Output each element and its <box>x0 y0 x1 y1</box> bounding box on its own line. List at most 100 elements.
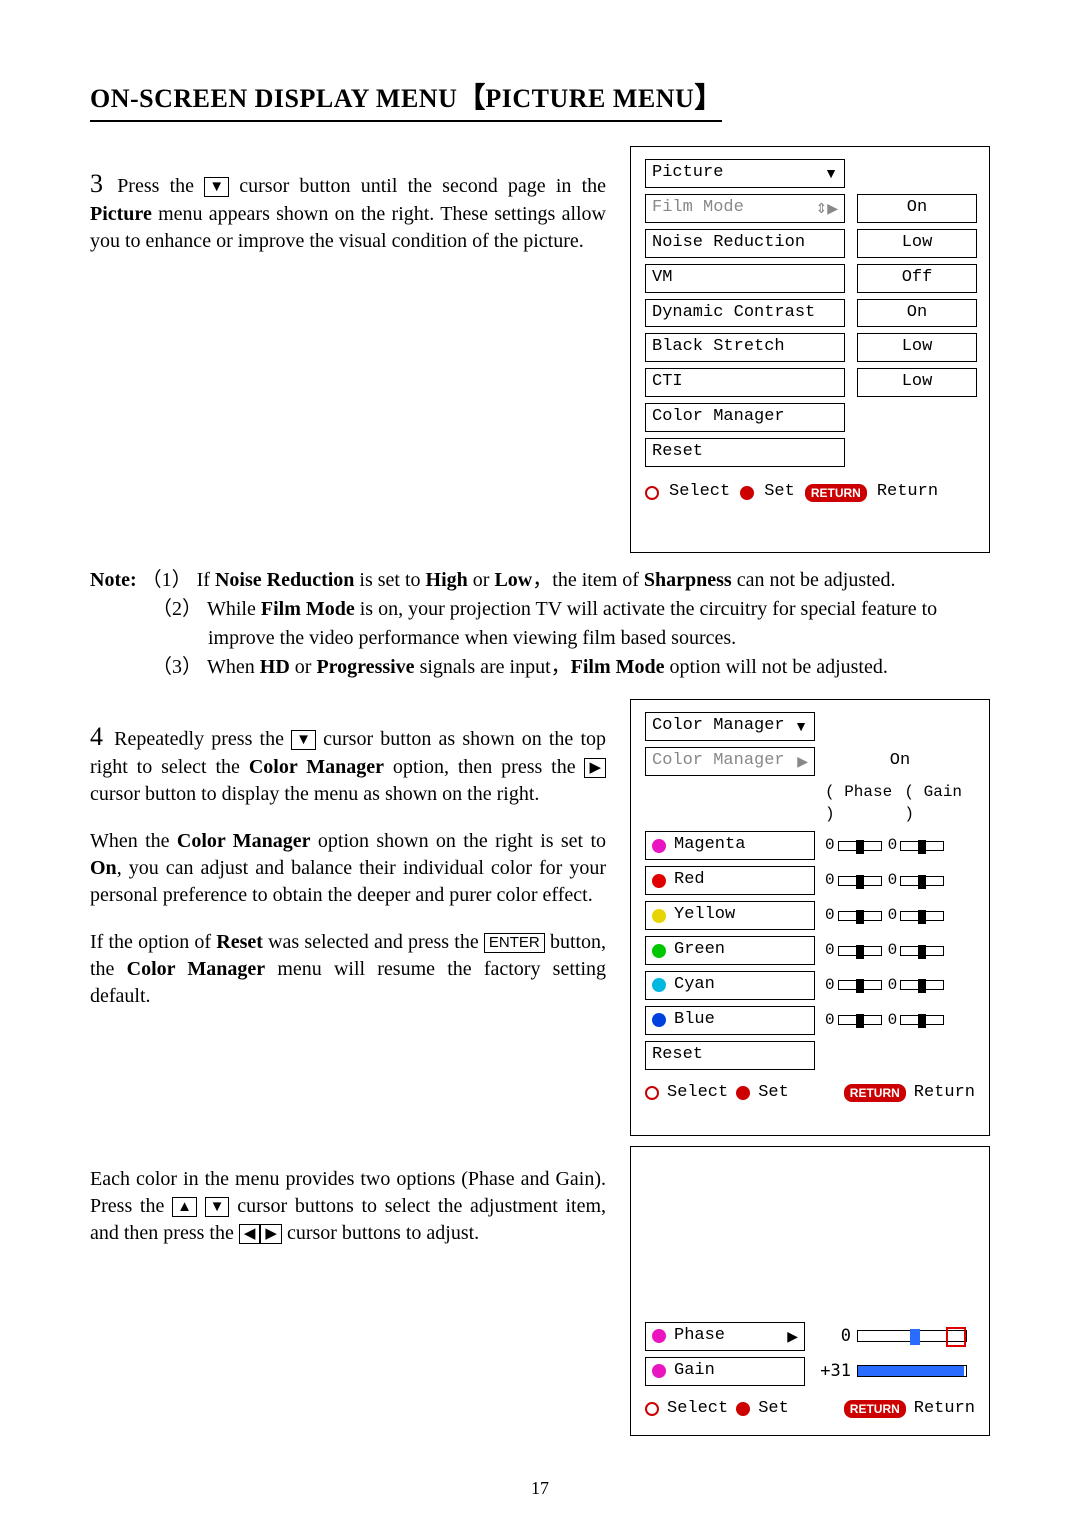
down-icon: ▼ <box>824 164 838 183</box>
phase-gain-osd-panel: Phase▶ 0 Gain +31 Select SetRETURNReturn <box>630 1146 990 1436</box>
slider-track[interactable] <box>900 911 944 921</box>
picture-menu-value: On <box>857 194 977 223</box>
picture-menu-item[interactable]: Noise Reduction <box>645 229 845 258</box>
picture-osd-panel: Picture ▼ Film Mode⇕▶ On Noise Reduction Lo… <box>630 146 990 553</box>
cm-osd-footer: Select SetRETURNReturn <box>645 1082 975 1105</box>
cm-sub-value: On <box>825 750 975 773</box>
picture-menu-item[interactable]: CTI <box>645 368 845 397</box>
page-number: 17 <box>0 1476 1080 1500</box>
picture-menu-value: Low <box>857 368 977 397</box>
slider-track[interactable] <box>838 980 882 990</box>
cm-slider-pair: 00 <box>825 940 975 962</box>
picture-menu-value: Low <box>857 333 977 362</box>
heading-main: ON-SCREEN DISPLAY MENU <box>90 81 457 116</box>
color-dot-icon <box>652 944 666 958</box>
left-key-icon: ◀ <box>239 1224 261 1244</box>
slider-track[interactable] <box>900 1015 944 1025</box>
manual-page: ON-SCREEN DISPLAY MENU 【 PICTURE MENU 】 … <box>0 0 1080 1528</box>
cm-color-item[interactable]: Blue <box>645 1006 815 1035</box>
color-dot-icon <box>652 874 666 888</box>
cm-slider-pair: 00 <box>825 835 975 857</box>
color-dot-icon <box>652 909 666 923</box>
color-dot-icon <box>652 1364 666 1378</box>
cm-color-item[interactable]: Green <box>645 936 815 965</box>
picture-menu-item[interactable]: Film Mode⇕▶ <box>645 194 845 223</box>
bracket-left: 【 <box>457 80 485 118</box>
cm-color-item[interactable]: Cyan <box>645 971 815 1000</box>
select-icon <box>645 486 659 500</box>
cm-title: Color Manager ▼ <box>645 712 815 741</box>
pg-bar[interactable] <box>857 1330 967 1342</box>
cm-reset-item[interactable]: Reset <box>645 1041 815 1070</box>
set-icon <box>736 1402 750 1416</box>
return-badge: RETURN <box>844 1084 906 1102</box>
color-dot-icon <box>652 978 666 992</box>
picture-menu-item[interactable]: Reset <box>645 438 845 467</box>
slider-track[interactable] <box>838 1015 882 1025</box>
down-key-icon: ▼ <box>291 730 316 750</box>
picture-menu-value: On <box>857 299 977 328</box>
slider-track[interactable] <box>838 911 882 921</box>
notes-block: Note: （1） If Noise Reduction is set to H… <box>90 567 990 681</box>
picture-menu-value: Low <box>857 229 977 258</box>
picture-menu-item[interactable]: VM <box>645 264 845 293</box>
pg-value: +31 <box>815 1360 975 1383</box>
color-dot-icon <box>652 1329 666 1343</box>
return-badge: RETURN <box>805 484 867 502</box>
pg-value: 0 <box>815 1325 975 1348</box>
select-icon <box>645 1086 659 1100</box>
heading-underline: ON-SCREEN DISPLAY MENU 【 PICTURE MENU 】 <box>90 80 722 122</box>
cm-slider-pair: 00 <box>825 1010 975 1032</box>
pg-item[interactable]: Phase▶ <box>645 1322 805 1351</box>
pg-item[interactable]: Gain <box>645 1357 805 1386</box>
right-key-icon: ▶ <box>584 758 606 778</box>
phase-gain-row: Each color in the menu provides two opti… <box>90 1146 990 1436</box>
step3-number: 3 <box>90 169 103 198</box>
cm-slider-pair: 00 <box>825 975 975 997</box>
color-manager-osd-panel: Color Manager ▼ Color Manager ▶ On ( Pha… <box>630 699 990 1136</box>
step4-number: 4 <box>90 722 103 751</box>
heading-sub: PICTURE MENU <box>485 81 694 116</box>
picture-menu-item[interactable]: Dynamic Contrast <box>645 299 845 328</box>
select-icon <box>645 1402 659 1416</box>
note-heading: Note: <box>90 569 137 591</box>
picture-menu-item[interactable]: Black Stretch <box>645 333 845 362</box>
step3-row: 3 Press the ▼ cursor button until the se… <box>90 146 990 553</box>
updown-right-icon: ⇕▶ <box>816 199 839 218</box>
pg-bar[interactable] <box>857 1365 967 1377</box>
step3-text: 3 Press the ▼ cursor button until the se… <box>90 146 606 275</box>
down-key-icon: ▼ <box>204 177 229 197</box>
slider-track[interactable] <box>838 841 882 851</box>
slider-track[interactable] <box>900 980 944 990</box>
color-dot-icon <box>652 839 666 853</box>
pg-osd-footer: Select SetRETURNReturn <box>645 1398 975 1421</box>
cm-headers: ( Phase ) ( Gain ) <box>825 782 975 825</box>
slider-track[interactable] <box>900 841 944 851</box>
picture-menu-value: Off <box>857 264 977 293</box>
step4-row: 4 Repeatedly press the ▼ cursor button a… <box>90 699 990 1136</box>
bracket-right: 】 <box>694 80 722 118</box>
cm-slider-pair: 00 <box>825 870 975 892</box>
slider-track[interactable] <box>900 876 944 886</box>
enter-key-icon: ENTER <box>484 933 545 953</box>
cm-color-item[interactable]: Yellow <box>645 901 815 930</box>
step4-text: 4 Repeatedly press the ▼ cursor button a… <box>90 699 606 1030</box>
phase-gain-text: Each color in the menu provides two opti… <box>90 1146 606 1267</box>
up-key-icon: ▲ <box>172 1197 197 1217</box>
picture-osd-title: Picture ▼ <box>645 159 845 188</box>
cm-sub-item: Color Manager ▶ <box>645 747 815 776</box>
cm-color-item[interactable]: Magenta <box>645 831 815 860</box>
slider-track[interactable] <box>900 946 944 956</box>
cm-slider-pair: 00 <box>825 905 975 927</box>
slider-track[interactable] <box>838 876 882 886</box>
slider-track[interactable] <box>838 946 882 956</box>
return-badge: RETURN <box>844 1400 906 1418</box>
right-key-icon: ▶ <box>260 1224 282 1244</box>
set-icon <box>736 1086 750 1100</box>
picture-osd-footer: SelectSetRETURNReturn <box>645 481 977 504</box>
right-icon: ▶ <box>797 752 808 771</box>
set-icon <box>740 486 754 500</box>
cm-color-item[interactable]: Red <box>645 866 815 895</box>
picture-menu-item[interactable]: Color Manager <box>645 403 845 432</box>
right-icon: ▶ <box>787 1327 798 1346</box>
